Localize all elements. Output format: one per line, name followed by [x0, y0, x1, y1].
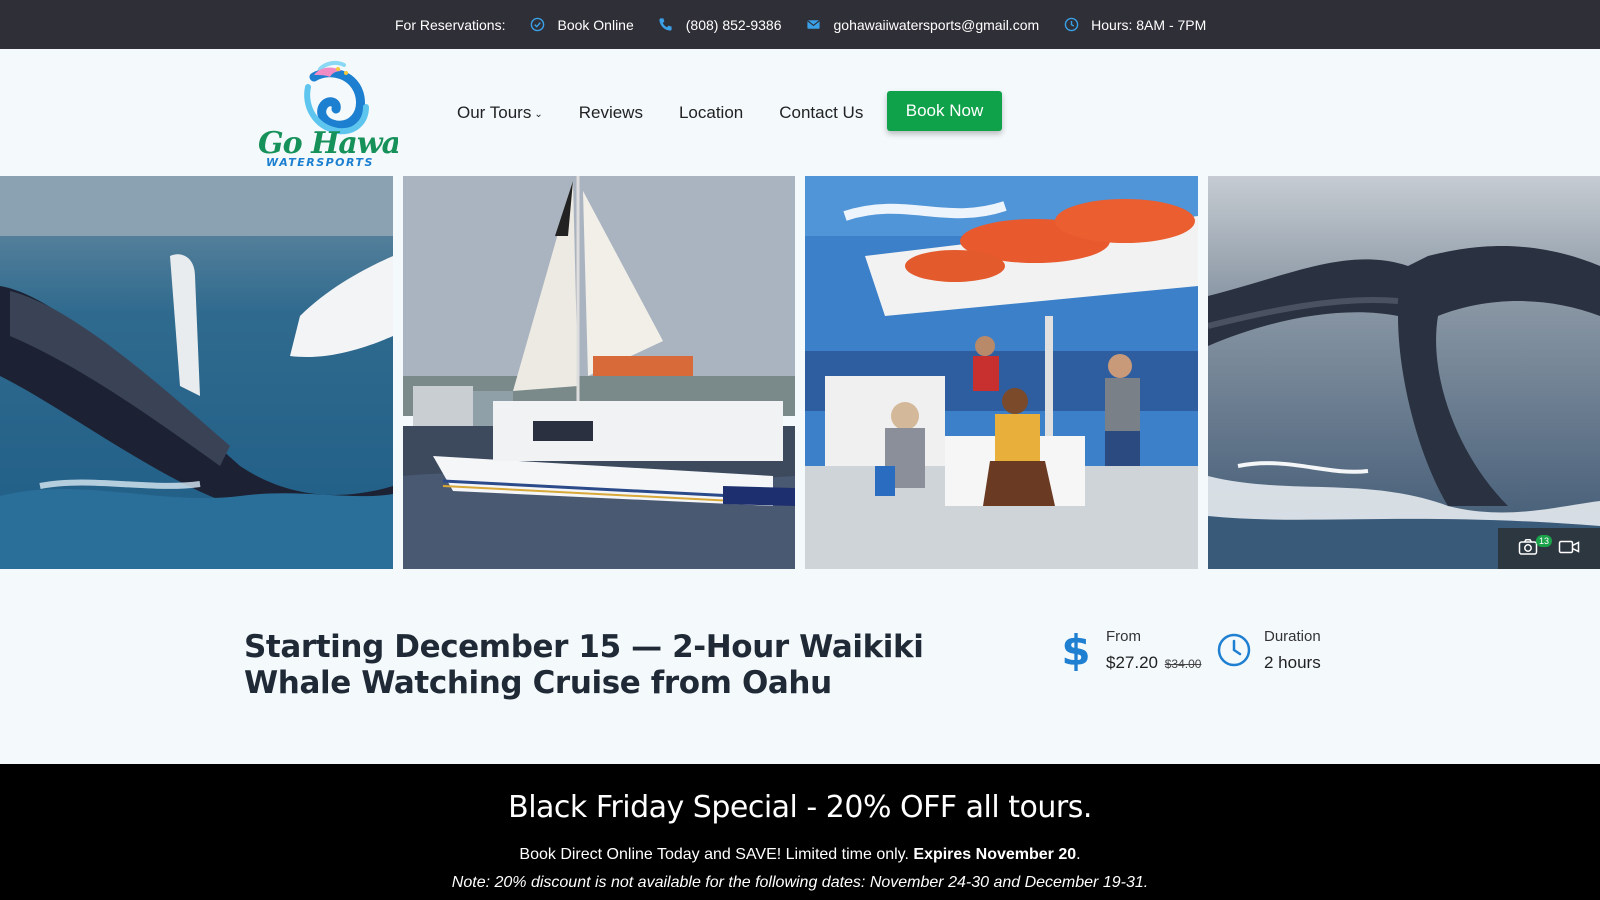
site-logo[interactable]: Go Hawaii WATERSPORTS [256, 57, 423, 169]
duration-label: Duration [1264, 628, 1321, 645]
top-info-bar: For Reservations: Book Online (808) 852-… [0, 0, 1600, 49]
tour-title: Starting December 15 — 2-Hour Waikiki Wh… [244, 629, 924, 701]
nav-contact-us-label: Contact Us [779, 102, 864, 122]
photo-count-badge: 13 [1536, 535, 1553, 547]
check-circle-icon [529, 17, 545, 33]
envelope-icon [806, 17, 822, 33]
gallery-photo-whale-breach[interactable] [0, 176, 393, 569]
price-label: From [1106, 628, 1141, 645]
clock-icon [1063, 17, 1079, 33]
gallery-photo-deck-passengers[interactable] [805, 176, 1198, 569]
promo-banner: Black Friday Special - 20% OFF all tours… [0, 764, 1600, 900]
site-header: Go Hawaii WATERSPORTS Our Tours ⌄ Review… [0, 49, 1600, 176]
tour-summary: Starting December 15 — 2-Hour Waikiki Wh… [0, 569, 1600, 764]
reservations-label: For Reservations: [395, 17, 505, 33]
book-now-button[interactable]: Book Now [887, 91, 1002, 131]
clock-icon [1214, 627, 1254, 673]
book-online-text[interactable]: Book Online [557, 17, 633, 33]
promo-note: Note: 20% discount is not available for … [451, 874, 1149, 891]
phone-link[interactable]: (808) 852-9386 [658, 17, 782, 33]
nav-location[interactable]: Location [679, 103, 743, 123]
nav-our-tours-label: Our Tours [457, 102, 532, 122]
video-icon[interactable] [1558, 539, 1580, 560]
gallery-photo-whale-tail[interactable] [1208, 176, 1600, 569]
promo-expiry: Expires November 20 [913, 846, 1077, 863]
gallery-media-controls: 13 [1498, 528, 1600, 571]
nav-our-tours[interactable]: Our Tours ⌄ [457, 103, 543, 123]
email-link[interactable]: gohawaiiwatersports@gmail.com [806, 17, 1040, 33]
current-price: $27.20 [1106, 653, 1158, 672]
phone-icon [658, 17, 674, 33]
nav-reviews[interactable]: Reviews [579, 103, 643, 123]
hours-info: Hours: 8AM - 7PM [1063, 17, 1206, 33]
reservations-label-text: For Reservations: [395, 16, 506, 33]
hours-text: Hours: 8AM - 7PM [1091, 16, 1207, 33]
duration-value: 2 hours [1264, 653, 1321, 672]
svg-text:$: $ [1062, 627, 1090, 673]
nav-reviews-label: Reviews [578, 102, 643, 122]
phone-text[interactable]: (808) 852-9386 [686, 17, 782, 33]
main-nav: Our Tours ⌄ Reviews Location Contact Us [457, 49, 899, 176]
photo-gallery [0, 176, 1600, 569]
promo-period: . [1076, 846, 1081, 863]
price-value: $27.20 $34.00 [1106, 653, 1201, 673]
book-online-link[interactable]: Book Online [529, 17, 634, 33]
promo-headline: Black Friday Special - 20% OFF all tours… [508, 790, 1092, 825]
nav-location-label: Location [678, 102, 744, 122]
camera-icon[interactable] [1518, 538, 1538, 561]
price-stat: $ From $27.20 $34.00 [1056, 627, 1201, 673]
duration-stat: Duration 2 hours [1214, 627, 1321, 673]
promo-text: Book Direct Online Today and SAVE! Limit… [519, 846, 909, 863]
chevron-down-icon: ⌄ [534, 109, 543, 120]
original-price: $34.00 [1164, 657, 1202, 671]
nav-contact-us[interactable]: Contact Us [779, 103, 863, 123]
svg-text:WATERSPORTS: WATERSPORTS [266, 156, 374, 169]
dollar-icon: $ [1056, 627, 1096, 673]
email-text[interactable]: gohawaiiwatersports@gmail.com [834, 17, 1040, 33]
promo-line: Book Direct Online Today and SAVE! Limit… [0, 846, 1600, 864]
gallery-photo-catamaran[interactable] [403, 176, 795, 569]
